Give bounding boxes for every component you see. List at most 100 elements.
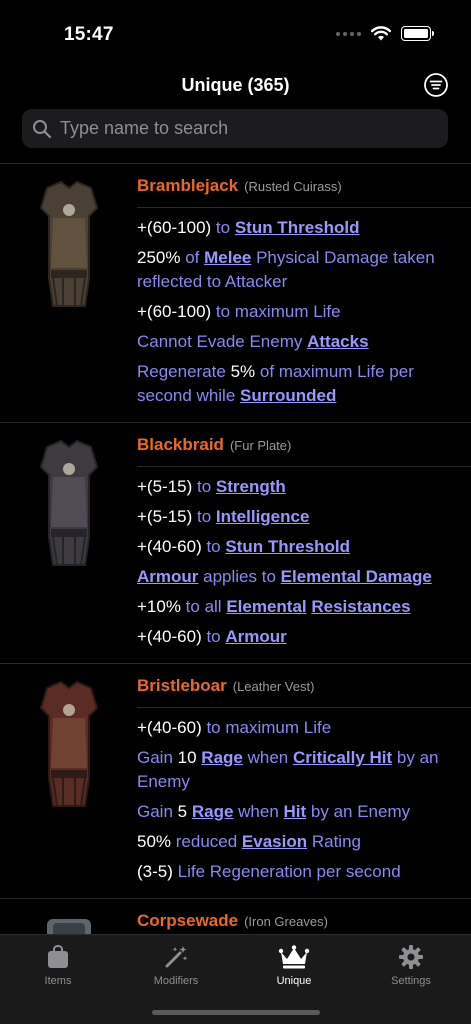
item-name: Blackbraid (137, 435, 224, 454)
modifier-value: +(5-15) (137, 477, 193, 496)
keyword-link[interactable]: Stun Threshold (225, 537, 350, 556)
keyword-link[interactable]: Armour (137, 567, 198, 586)
tab-items[interactable]: Items (8, 943, 108, 987)
modifier-line: +(40-60) to Armour (137, 625, 455, 649)
item-name: Corpsewade (137, 911, 239, 930)
unique-item-row[interactable]: Bristleboar (Leather Vest) +(40-60) to max… (0, 664, 471, 899)
modifier-list: +(60-100) to Stun Threshold 250% of Melee… (137, 216, 471, 422)
modifier-text: to (192, 477, 216, 496)
modifier-value: 250% (137, 248, 181, 267)
tab-unique[interactable]: Unique (244, 943, 344, 987)
item-content: Bristleboar (Leather Vest) +(40-60) to max… (137, 664, 471, 898)
tab-bar: Items Modifiers Unique Settings (0, 934, 471, 1024)
modifier-text: by an Enemy (306, 802, 411, 821)
status-bar: 15:47 (0, 0, 471, 62)
unique-item-row[interactable]: Blackbraid (Fur Plate) +(5-15) to Strength… (0, 423, 471, 664)
magic-wand-icon (165, 946, 188, 968)
bag-icon (48, 945, 68, 968)
item-base-type: (Iron Greaves) (244, 914, 328, 929)
modifier-line: Gain 10 Rage when Critically Hit by an E… (137, 746, 455, 794)
modifier-line: +(60-100) to Stun Threshold (137, 216, 455, 240)
item-header: Bramblejack (Rusted Cuirass) (137, 176, 471, 208)
modifier-value: 50% (137, 832, 172, 851)
modifier-text: reduced (171, 832, 242, 851)
modifier-value: +(40-60) (137, 718, 202, 737)
modifier-value: (3-5) (137, 862, 173, 881)
tab-settings[interactable]: Settings (361, 943, 461, 987)
keyword-link[interactable]: Elemental (226, 597, 306, 616)
tab-settings-label: Settings (391, 975, 431, 987)
modifier-value: +10% (137, 597, 181, 616)
item-header: Bristleboar (Leather Vest) (137, 676, 471, 708)
search-bar[interactable]: Type name to search (22, 109, 448, 148)
item-header: Corpsewade (Iron Greaves) (137, 911, 471, 934)
home-indicator (152, 1010, 320, 1015)
modifier-text: to (211, 218, 235, 237)
modifier-text: to (201, 537, 226, 556)
modifier-value: 5 (177, 802, 188, 821)
keyword-link[interactable]: Elemental Damage (281, 567, 432, 586)
modifier-value: 5% (230, 362, 256, 381)
modifier-value: +(5-15) (137, 507, 193, 526)
modifier-line: +(40-60) to maximum Life (137, 716, 455, 740)
modifier-text: Cannot Evade Enemy (137, 332, 308, 351)
keyword-link[interactable]: Strength (216, 477, 286, 496)
status-time: 15:47 (64, 24, 114, 45)
body-armour-icon (39, 680, 98, 807)
modifier-value: +(40-60) (137, 627, 202, 646)
keyword-link[interactable]: Hit (284, 802, 307, 821)
battery-icon (401, 26, 434, 41)
tab-unique-label: Unique (276, 975, 312, 987)
crown-icon (278, 945, 310, 969)
modifier-text: Gain (137, 802, 178, 821)
item-base-type: (Fur Plate) (229, 438, 292, 453)
keyword-link[interactable]: Critically Hit (293, 748, 392, 767)
modifier-value: +(60-100) (137, 302, 212, 321)
modifier-list: +(40-60) to maximum Life Gain 10 Rage whe… (137, 716, 471, 898)
keyword-link[interactable]: Attacks (307, 332, 368, 351)
item-content: Bramblejack (Rusted Cuirass) +(60-100) to … (137, 164, 471, 422)
tab-modifiers[interactable]: Modifiers (126, 943, 226, 987)
modifier-text: to maximum Life (201, 718, 332, 737)
signal-icon (336, 31, 361, 36)
unique-item-row[interactable]: Bramblejack (Rusted Cuirass) +(60-100) to … (0, 164, 471, 423)
modifier-line: 250% of Melee Physical Damage taken refl… (137, 246, 455, 294)
search-input[interactable]: Type name to search (60, 118, 228, 139)
keyword-link[interactable]: Melee (204, 248, 251, 267)
keyword-link[interactable]: Stun Threshold (235, 218, 360, 237)
body-armour-icon (39, 439, 98, 566)
modifier-value: +(40-60) (137, 537, 202, 556)
filter-icon[interactable] (423, 72, 449, 98)
item-name: Bramblejack (137, 176, 239, 195)
wifi-icon (371, 26, 391, 41)
unique-item-list[interactable]: Bramblejack (Rusted Cuirass) +(60-100) to … (0, 163, 471, 934)
modifier-text: when (242, 748, 293, 767)
keyword-link[interactable]: Surrounded (240, 386, 336, 405)
modifier-line: +10% to all Elemental Resistances (137, 595, 455, 619)
keyword-link[interactable]: Armour (225, 627, 286, 646)
item-content: Corpsewade (Iron Greaves) (137, 899, 471, 934)
modifier-text: when (233, 802, 284, 821)
gear-icon (399, 945, 423, 969)
modifier-line: Cannot Evade Enemy Attacks (137, 330, 455, 354)
item-name: Bristleboar (137, 676, 227, 695)
modifier-line: Gain 5 Rage when Hit by an Enemy (137, 800, 455, 824)
modifier-text: Gain (137, 748, 178, 767)
keyword-link[interactable]: Evasion (242, 832, 307, 851)
modifier-text: to (201, 627, 226, 646)
modifier-line: 50% reduced Evasion Rating (137, 830, 455, 854)
status-icons (336, 26, 434, 41)
search-icon (33, 119, 52, 138)
keyword-link[interactable]: Rage (201, 748, 243, 767)
unique-item-row[interactable]: Corpsewade (Iron Greaves) (0, 899, 471, 934)
modifier-line: +(5-15) to Strength (137, 475, 455, 499)
keyword-link[interactable]: Rage (192, 802, 234, 821)
keyword-link[interactable]: Intelligence (216, 507, 310, 526)
modifier-list: +(5-15) to Strength +(5-15) to Intelligen… (137, 475, 471, 663)
tab-items-label: Items (44, 975, 72, 987)
modifier-line: +(60-100) to maximum Life (137, 300, 455, 324)
item-base-type: (Leather Vest) (232, 679, 315, 694)
tab-modifiers-label: Modifiers (153, 975, 199, 987)
keyword-link[interactable]: Resistances (311, 597, 410, 616)
item-thumbnail (0, 664, 137, 898)
